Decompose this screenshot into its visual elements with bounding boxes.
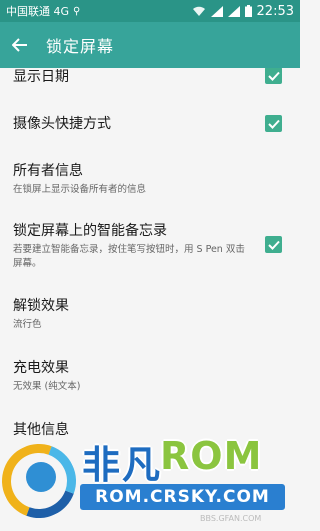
setting-other-info[interactable]: 其他信息	[0, 421, 300, 443]
setting-unlock-effect[interactable]: 解锁效果 流行色	[0, 297, 300, 337]
setting-title: 锁定屏幕上的智能备忘录	[13, 223, 167, 239]
setting-title: 充电效果	[13, 360, 69, 376]
usb-icon: ⚲	[73, 5, 81, 17]
battery-icon	[244, 5, 252, 17]
wifi-icon	[192, 6, 206, 17]
carrier-label: 中国联通 4G	[6, 5, 70, 18]
back-button[interactable]	[0, 22, 40, 68]
setting-title: 解锁效果	[13, 298, 69, 314]
checkbox-show-date[interactable]	[265, 68, 282, 84]
page-title: 锁定屏幕	[46, 37, 115, 56]
setting-subtitle: 若要建立智能备忘录，按住笔写按钮时，用 S Pen 双击屏幕。	[13, 244, 245, 269]
arrow-left-icon	[12, 38, 27, 52]
setting-show-date[interactable]: 显示日期	[0, 68, 300, 90]
status-icons: 22:53	[192, 4, 294, 19]
settings-list: 显示日期 摄像头快捷方式 所有者信息 在锁屏上显示设备所有者的信息 锁定屏幕上的…	[0, 68, 300, 531]
checkbox-camera-shortcut[interactable]	[265, 115, 282, 132]
setting-subtitle: 无效果 (纯文本)	[13, 381, 81, 392]
status-bar: 中国联通 4G ⚲ 22:53	[0, 0, 300, 22]
app-bar: 锁定屏幕	[0, 22, 300, 68]
setting-charging-effect[interactable]: 充电效果 无效果 (纯文本)	[0, 359, 300, 399]
setting-title: 所有者信息	[13, 163, 83, 179]
setting-subtitle: 在锁屏上显示设备所有者的信息	[13, 184, 147, 195]
check-icon	[267, 119, 280, 129]
check-icon	[267, 71, 280, 81]
clock: 22:53	[256, 3, 294, 19]
setting-title: 显示日期	[13, 69, 69, 85]
setting-title: 其他信息	[13, 422, 69, 438]
checkbox-smart-memo[interactable]	[265, 236, 282, 253]
check-icon	[267, 240, 280, 250]
setting-smart-memo[interactable]: 锁定屏幕上的智能备忘录 若要建立智能备忘录，按住笔写按钮时，用 S Pen 双击…	[0, 222, 300, 274]
setting-owner-info[interactable]: 所有者信息 在锁屏上显示设备所有者的信息	[0, 162, 300, 202]
setting-camera-shortcut[interactable]: 摄像头快捷方式	[0, 115, 300, 137]
setting-title: 摄像头快捷方式	[13, 116, 111, 132]
setting-subtitle: 流行色	[13, 319, 42, 330]
signal-icon	[210, 5, 223, 17]
signal-icon-2	[227, 5, 240, 17]
